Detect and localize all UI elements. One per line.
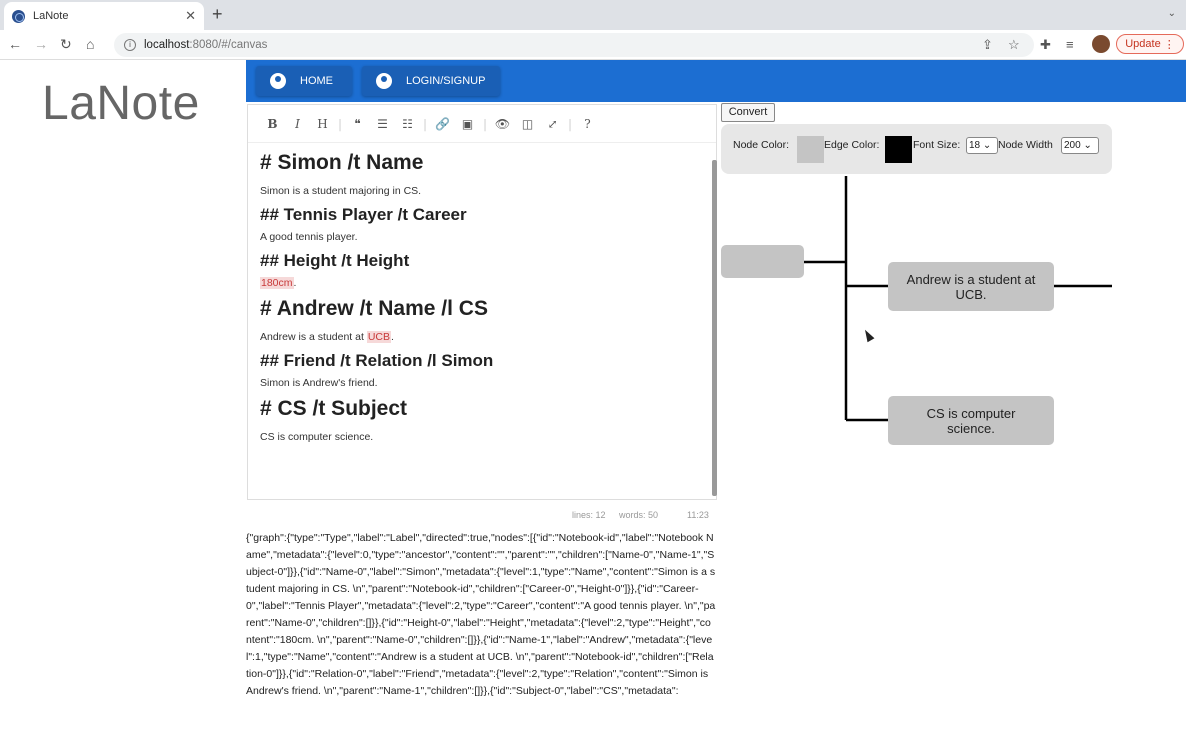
url-path: :8080/#/canvas (189, 39, 268, 51)
image-icon[interactable]: ▣ (455, 117, 480, 131)
forward-icon[interactable]: → (34, 36, 48, 52)
editor-scrollbar[interactable] (712, 160, 717, 496)
highlighted-text: 180cm (260, 277, 294, 289)
preview-icon[interactable]: 👁 (490, 117, 515, 131)
editor-heading: ## Friend /t Relation /l Simon (260, 351, 494, 370)
font-size-value: 18 (969, 140, 981, 151)
node-width-value: 200 (1064, 140, 1081, 151)
address-bar[interactable]: i localhost:8080/#/canvas (114, 33, 1034, 57)
side-by-side-icon[interactable]: ◫ (515, 117, 540, 131)
url-host: localhost (144, 39, 190, 51)
editor-statusbar: lines: 12 words: 50 11:23 (247, 508, 717, 524)
home-icon[interactable]: ⌂ (86, 36, 94, 52)
unordered-list-icon[interactable]: ☰ (370, 117, 395, 131)
editor-heading: # CS /t Subject (260, 397, 408, 420)
share-icon[interactable]: ⇪ (982, 37, 993, 53)
login-signup-button[interactable]: LOGIN/SIGNUP (362, 66, 500, 96)
account-circle-icon (376, 73, 392, 89)
editor-heading: ## Tennis Player /t Career (260, 205, 467, 224)
extensions-icon[interactable]: ✚ (1040, 37, 1051, 53)
ordered-list-icon[interactable]: ☷ (395, 117, 420, 131)
toolbar-separator: | (567, 116, 573, 131)
toolbar-separator: | (337, 116, 343, 131)
graph-style-panel: Node Color: Edge Color: Font Size: 18 ⌄ … (721, 124, 1112, 174)
reading-list-icon[interactable]: ≡ (1066, 37, 1074, 52)
help-icon[interactable]: ? (575, 117, 600, 131)
editor-paragraph: 180cm. (260, 277, 297, 289)
convert-button[interactable]: Convert (721, 103, 775, 122)
toolbar-separator: | (482, 116, 488, 131)
editor-paragraph: Simon is a student majoring in CS. (260, 185, 422, 197)
tab-title: LaNote (33, 10, 69, 22)
editor-heading: # Andrew /t Name /l CS (260, 297, 488, 320)
editor-heading: ## Height /t Height (260, 251, 410, 270)
login-label: LOGIN/SIGNUP (406, 75, 486, 87)
edge-color-label: Edge Color: (824, 139, 880, 151)
editor-content[interactable]: # Simon /t Name Simon is a student majori… (248, 143, 716, 457)
cursor-position: 11:23 (687, 510, 709, 520)
browser-toolbar: ← → ↻ ⌂ i localhost:8080/#/canvas ⇪ ☆ ✚ … (0, 30, 1186, 60)
italic-icon[interactable]: I (285, 117, 310, 131)
node-label: Andrew is a student at UCB. (906, 271, 1036, 302)
node-label: CS is computer science. (926, 405, 1016, 436)
account-circle-icon (270, 73, 286, 89)
editor-heading: # Simon /t Name (260, 151, 424, 174)
font-size-select[interactable]: 18 ⌄ (966, 137, 998, 154)
home-button[interactable]: HOME (256, 66, 352, 96)
editor-toolbar: B I H | ❝ ☰ ☷ | 🔗 ▣ | 👁 ◫ ⤢ |? (248, 105, 716, 143)
edge-color-picker[interactable] (885, 136, 912, 163)
editor-paragraph: A good tennis player. (260, 231, 358, 243)
browser-tab-strip: LaNote ✕ + ⌄ (0, 0, 1186, 30)
font-size-label: Font Size: (913, 139, 961, 151)
mouse-cursor (861, 327, 875, 343)
tab-search-icon[interactable]: ⌄ (1168, 8, 1176, 19)
profile-avatar[interactable] (1092, 35, 1110, 53)
markdown-editor[interactable]: B I H | ❝ ☰ ☷ | 🔗 ▣ | 👁 ◫ ⤢ |? # Simon /t Name Simon is… (247, 104, 717, 500)
word-count: words: 50 (619, 510, 659, 520)
update-button[interactable]: Update ⋮ (1116, 34, 1184, 54)
favicon-icon (12, 9, 25, 23)
quote-icon[interactable]: ❝ (345, 117, 370, 131)
node-color-label: Node Color: (733, 139, 790, 151)
graph-node[interactable] (721, 245, 804, 278)
browser-tab[interactable]: LaNote ✕ (4, 2, 204, 30)
node-width-label: Node Width (998, 139, 1053, 151)
json-output: {"graph":{"type":"Type","label":"Label",… (246, 532, 716, 697)
graph-node-cs[interactable]: CS is computer science. (888, 396, 1054, 445)
reload-icon[interactable]: ↻ (60, 36, 72, 53)
editor-paragraph: CS is computer science. (260, 431, 374, 443)
app-logo: LaNote (42, 77, 200, 130)
graph-node-andrew[interactable]: Andrew is a student at UCB. (888, 262, 1054, 311)
update-label: Update (1125, 38, 1161, 50)
back-icon[interactable]: ← (8, 36, 22, 52)
new-tab-icon[interactable]: + (212, 4, 223, 25)
editor-paragraph: Andrew is a student at UCB. (260, 331, 394, 343)
line-count: lines: 12 (572, 510, 606, 520)
home-label: HOME (300, 75, 333, 87)
heading-icon[interactable]: H (310, 117, 335, 131)
link-icon[interactable]: 🔗 (430, 117, 455, 131)
fullscreen-icon[interactable]: ⤢ (540, 117, 565, 131)
app-header-bar: HOME LOGIN/SIGNUP (246, 60, 1186, 102)
toolbar-separator: | (422, 116, 428, 131)
bold-icon[interactable]: B (260, 117, 285, 131)
site-info-icon[interactable]: i (124, 39, 136, 51)
editor-paragraph: Simon is Andrew's friend. (260, 377, 378, 389)
bookmark-star-icon[interactable]: ☆ (1008, 37, 1020, 53)
node-width-select[interactable]: 200 ⌄ (1061, 137, 1099, 154)
node-color-picker[interactable] (797, 136, 824, 163)
close-tab-icon[interactable]: ✕ (185, 8, 196, 24)
highlighted-text: UCB (366, 331, 391, 343)
